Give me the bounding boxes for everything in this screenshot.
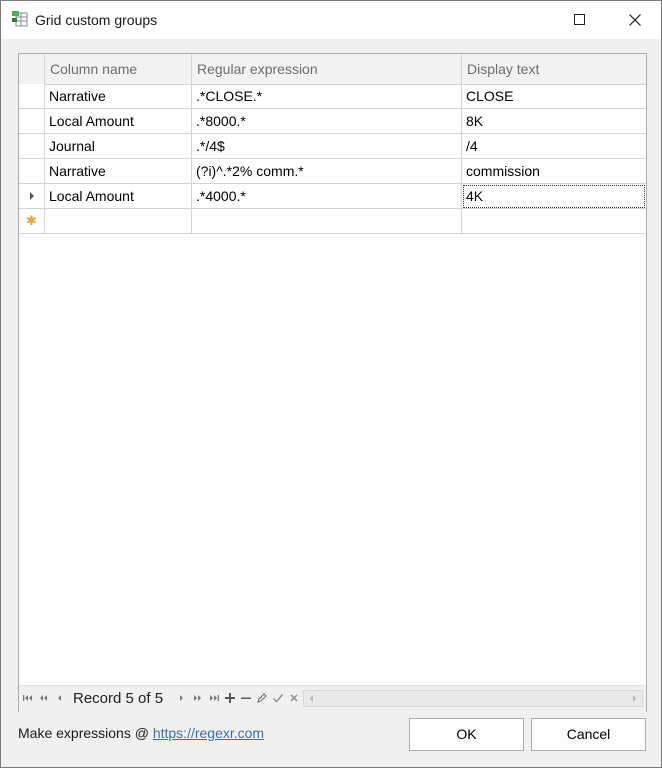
previous-page-icon[interactable]: [37, 692, 49, 704]
header-display-text[interactable]: Display text: [462, 54, 646, 84]
header-indicator-cell[interactable]: [19, 54, 45, 84]
cell-column-name[interactable]: Local Amount: [45, 109, 192, 134]
current-row-arrow-icon: [30, 192, 34, 200]
cell-regular-expression[interactable]: .*CLOSE.*: [192, 84, 462, 109]
title-bar[interactable]: Grid custom groups: [1, 1, 661, 39]
cell-regular-expression[interactable]: .*/4$: [192, 134, 462, 159]
cell-display-text[interactable]: /4: [462, 134, 646, 159]
cell-column-name[interactable]: Narrative: [45, 159, 192, 184]
dialog-window: Grid custom groups Column name Regular e…: [0, 0, 662, 768]
table-row[interactable]: Journal .*/4$ /4: [19, 134, 646, 159]
header-column-name[interactable]: Column name: [45, 54, 192, 84]
row-indicator[interactable]: [19, 184, 45, 209]
maximize-button[interactable]: [557, 1, 603, 39]
new-row-star-icon: ✱: [26, 213, 37, 228]
cancel-button[interactable]: Cancel: [531, 718, 646, 751]
cell-column-name[interactable]: Narrative: [45, 84, 192, 109]
append-record-icon[interactable]: [224, 692, 236, 704]
horizontal-scrollbar[interactable]: [303, 690, 643, 707]
first-record-icon[interactable]: [22, 692, 34, 704]
row-indicator[interactable]: [19, 84, 45, 109]
cell-column-name-new[interactable]: [45, 209, 192, 234]
scroll-right-arrow-icon[interactable]: [630, 694, 639, 703]
new-row-indicator[interactable]: ✱: [19, 209, 45, 234]
regexr-link[interactable]: https://regexr.com: [153, 725, 264, 741]
regex-hint-text: Make expressions @: [18, 725, 153, 741]
close-icon: [629, 14, 641, 26]
edit-record-icon[interactable]: [256, 692, 268, 704]
table-row[interactable]: Narrative (?i)^.*2% comm.* commission: [19, 159, 646, 184]
record-counter: Record 5 of 5: [73, 690, 164, 707]
table-row-current[interactable]: Local Amount .*4000.* 4K: [19, 184, 646, 209]
cell-display-text-new[interactable]: [462, 209, 646, 234]
cell-column-name[interactable]: Local Amount: [45, 184, 192, 209]
grid-header: Column name Regular expression Display t…: [19, 54, 646, 85]
data-navigator: Record 5 of 5: [19, 685, 646, 712]
cell-display-text-focused[interactable]: 4K: [462, 184, 646, 209]
scroll-left-arrow-icon[interactable]: [307, 694, 316, 703]
remove-record-icon[interactable]: [240, 692, 252, 704]
cell-regular-expression-new[interactable]: [192, 209, 462, 234]
maximize-icon: [574, 14, 585, 25]
last-record-icon[interactable]: [208, 692, 220, 704]
close-button[interactable]: [612, 1, 658, 39]
end-edit-icon[interactable]: [272, 692, 284, 704]
ok-button[interactable]: OK: [409, 718, 524, 751]
next-record-icon[interactable]: [176, 692, 188, 704]
cell-display-text[interactable]: CLOSE: [462, 84, 646, 109]
table-row[interactable]: Local Amount .*8000.* 8K: [19, 109, 646, 134]
previous-record-icon[interactable]: [53, 692, 65, 704]
row-indicator[interactable]: [19, 159, 45, 184]
header-regular-expression[interactable]: Regular expression: [192, 54, 462, 84]
grid-groups-app-icon: [12, 11, 28, 27]
cell-display-text[interactable]: 8K: [462, 109, 646, 134]
row-indicator[interactable]: [19, 134, 45, 159]
table-row[interactable]: Narrative .*CLOSE.* CLOSE: [19, 84, 646, 109]
cancel-edit-icon[interactable]: [288, 692, 300, 704]
cell-column-name[interactable]: Journal: [45, 134, 192, 159]
cell-regular-expression[interactable]: (?i)^.*2% comm.*: [192, 159, 462, 184]
regex-hint: Make expressions @ https://regexr.com: [18, 725, 264, 741]
cell-display-text[interactable]: commission: [462, 159, 646, 184]
row-indicator[interactable]: [19, 109, 45, 134]
cell-regular-expression[interactable]: .*4000.*: [192, 184, 462, 209]
next-page-icon[interactable]: [192, 692, 204, 704]
new-row[interactable]: ✱: [19, 209, 646, 234]
cell-regular-expression[interactable]: .*8000.*: [192, 109, 462, 134]
custom-groups-grid[interactable]: Column name Regular expression Display t…: [18, 53, 647, 712]
window-title: Grid custom groups: [35, 12, 158, 28]
